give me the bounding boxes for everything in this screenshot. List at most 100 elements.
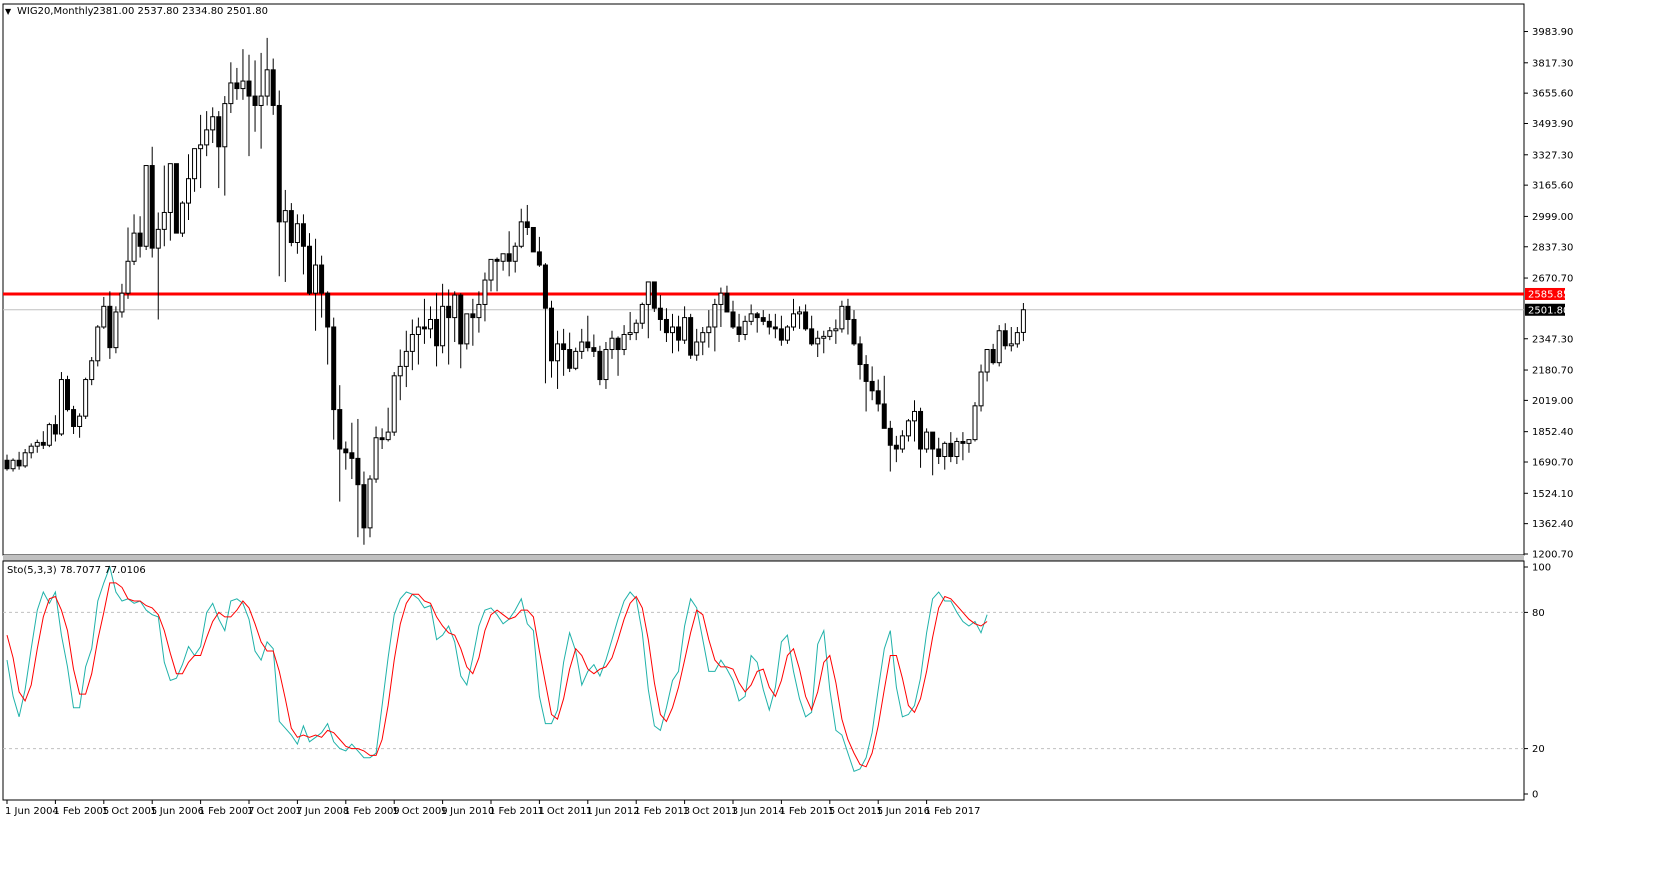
candle-body-bear (803, 311, 809, 330)
candle-body-bull (996, 330, 1002, 364)
candle-body-bull (125, 260, 131, 294)
candle-body-bear (869, 380, 875, 392)
candle (143, 165, 149, 251)
candle (65, 375, 70, 412)
symbol-title: WIG20,Monthly (17, 6, 94, 17)
candle-body-bull (313, 264, 319, 294)
candle-body-bear (651, 281, 657, 309)
time-tick-label: 1 Jun 2012 (586, 806, 640, 817)
candle-body-bull (155, 228, 161, 249)
price-tick-label: 2019.00 (1532, 396, 1573, 407)
chart-canvas: 3983.90 3817.30 3655.60 3493.90 3327.30 3165.… (0, 0, 1653, 866)
candle-body-bear (561, 343, 567, 351)
candle-body-bull (222, 103, 228, 148)
candle (996, 325, 1002, 367)
candle-body-bear (319, 264, 325, 294)
price-tick-label: 2670.70 (1532, 274, 1573, 285)
candle-body-bear (216, 116, 222, 148)
candle-body-bear (1002, 330, 1008, 347)
candle-body-bear (766, 320, 772, 328)
candle-body-bull (101, 305, 107, 328)
collapse-triangle-icon[interactable]: ▼ (5, 7, 12, 16)
candle-body-bull (748, 313, 754, 322)
candle (688, 313, 694, 359)
candle-body-bull (10, 459, 16, 470)
candle-body-bull (694, 341, 700, 356)
candle-body-bull (797, 311, 803, 315)
candle-body-bear (270, 69, 276, 106)
candle-body-bull (264, 69, 270, 97)
candle-body-bull (167, 163, 173, 213)
candle-body-bull (827, 330, 833, 337)
candle-body-bull (113, 311, 119, 349)
candle-body-bear (71, 409, 77, 427)
candle-body-bull (603, 349, 609, 381)
price-tick-label: 3655.60 (1532, 89, 1573, 100)
candle-body-bear (52, 424, 58, 435)
candle-body-bear (234, 82, 240, 90)
candle-body-bear (567, 349, 573, 369)
candle-body-bull (373, 437, 379, 480)
candle-body-bull (512, 245, 518, 262)
candle-body-bull (954, 440, 960, 458)
time-tick-label: 1 Jun 2014 (731, 806, 785, 817)
candle (464, 313, 470, 350)
candle-body-bear (760, 317, 766, 322)
price-tick-label: 3327.30 (1532, 150, 1573, 161)
candle-body-bear (657, 307, 663, 320)
candle-body-bull (294, 223, 300, 244)
candle-body-bull (579, 341, 585, 352)
candle-body-bear (536, 251, 542, 266)
candle-body-bear (585, 341, 591, 349)
candle-body-bear (990, 349, 996, 364)
candle-body-bear (107, 305, 113, 349)
candle (978, 364, 984, 412)
candle-body-bear (542, 264, 548, 309)
candle-body-bull (452, 294, 458, 319)
candle-body-bear (137, 232, 143, 247)
candle-body-bull (143, 165, 149, 247)
candle-body-bull (573, 350, 579, 369)
candle-body-bull (905, 420, 911, 437)
candle-body-bear (4, 459, 10, 470)
candle-body-bull (198, 144, 204, 150)
candle-body-bear (300, 223, 306, 247)
stochastic-tick-label: 80 (1532, 608, 1545, 619)
candle-body-bull (22, 452, 28, 467)
candle-body-bear (434, 318, 440, 347)
candle-body-bear (288, 210, 294, 244)
candle-body-bear (960, 440, 966, 444)
stochastic-label: Sto(5,3,3) 78.7077 77.0106 (7, 565, 146, 576)
candle-body-bull (815, 337, 821, 345)
candle-body-bull (476, 303, 482, 319)
candle-body-bear (936, 448, 942, 458)
candle-body-bear (893, 444, 899, 450)
candle-body-bull (627, 332, 633, 335)
candle-body-bull (95, 326, 101, 362)
candle-body-bull (403, 350, 409, 367)
candle-body-bull (409, 333, 415, 352)
candle-body-bull (397, 365, 403, 377)
candle-body-bull (367, 478, 373, 529)
candle-body-bull (482, 279, 488, 305)
candle-body-bull (700, 332, 706, 343)
candle-body-bull (633, 322, 639, 334)
candle-body-bull (645, 281, 651, 305)
candle-body-bear (361, 484, 367, 529)
candle-body-bear (663, 318, 669, 334)
price-tick-label: 2347.30 (1532, 334, 1573, 345)
candle-body-bull (912, 410, 917, 422)
candle-body-bull (555, 343, 561, 362)
candle-body-bear (881, 403, 887, 429)
candle-body-bear (918, 410, 924, 450)
candle-body-bear (65, 379, 70, 411)
candle-body-bull (89, 360, 95, 381)
candle-body-bull (784, 326, 790, 341)
candle-body-bull (119, 292, 125, 313)
time-tick-label: 1 Feb 2017 (925, 806, 981, 817)
candle-body-bear (676, 326, 682, 341)
candle-body-bull (742, 320, 748, 335)
candle-body-bear (724, 292, 730, 313)
candle-body-bear (307, 245, 312, 294)
pane-separator (3, 555, 1524, 561)
